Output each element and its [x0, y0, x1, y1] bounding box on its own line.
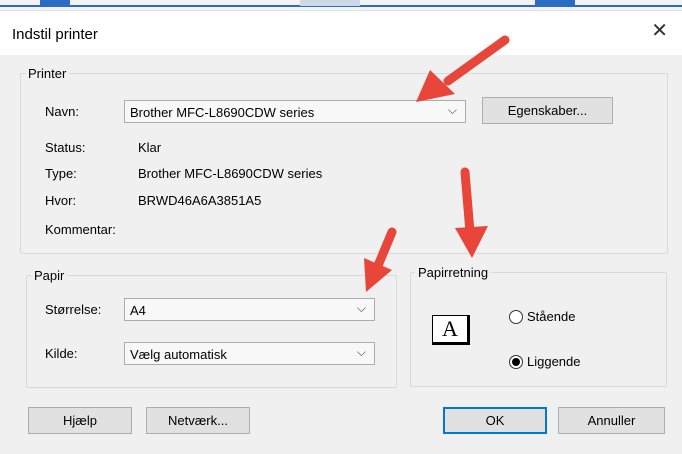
print-setup-dialog: Indstil printer ✕ Printer Navn: Brother …	[0, 10, 682, 454]
paper-group-legend: Papir	[34, 268, 65, 283]
printer-group: Printer	[20, 66, 668, 254]
chevron-down-icon: ⌵	[356, 345, 366, 359]
type-label: Type:	[45, 166, 77, 181]
paper-source-label: Kilde:	[45, 346, 78, 361]
comment-label: Kommentar:	[45, 222, 116, 237]
portrait-radio[interactable]	[509, 310, 523, 324]
where-label: Hvor:	[45, 193, 77, 208]
title-bar: Indstil printer ✕	[0, 11, 682, 55]
where-value: BRWD46A6A3851A5	[138, 193, 262, 208]
preview-letter: A	[442, 316, 458, 341]
printer-name-label: Navn:	[45, 104, 79, 119]
printer-name-value: Brother MFC-L8690CDW series	[130, 105, 315, 120]
background-window-mark	[535, 0, 575, 6]
close-icon[interactable]: ✕	[651, 21, 668, 41]
landscape-preview-icon: A	[432, 315, 470, 345]
landscape-radio[interactable]	[509, 355, 523, 369]
help-button[interactable]: Hjælp	[28, 407, 132, 434]
printer-name-select[interactable]: Brother MFC-L8690CDW series ⌵	[124, 100, 466, 123]
printer-group-legend: Printer	[28, 66, 67, 81]
landscape-label[interactable]: Liggende	[527, 354, 581, 369]
background-window-mark	[40, 0, 70, 6]
properties-button[interactable]: Egenskaber...	[482, 97, 613, 124]
status-value: Klar	[138, 140, 162, 155]
paper-size-select[interactable]: A4 ⌵	[124, 298, 375, 321]
portrait-label[interactable]: Stående	[527, 309, 575, 324]
radio-selected-dot	[512, 358, 520, 366]
paper-group: Papir	[26, 268, 397, 388]
paper-source-select[interactable]: Vælg automatisk ⌵	[124, 342, 375, 365]
background-window-strip	[0, 0, 682, 10]
paper-source-value: Vælg automatisk	[130, 347, 227, 362]
paper-size-label: Størrelse:	[45, 302, 102, 317]
status-label: Status:	[45, 140, 86, 155]
chevron-down-icon: ⌵	[447, 103, 457, 117]
type-value: Brother MFC-L8690CDW series	[138, 166, 323, 181]
cancel-button[interactable]: Annuller	[558, 407, 665, 434]
dialog-title: Indstil printer	[12, 26, 98, 43]
orientation-group-legend: Papirretning	[418, 265, 489, 280]
network-button[interactable]: Netværk...	[146, 407, 250, 434]
ok-button[interactable]: OK	[443, 407, 547, 434]
paper-size-value: A4	[130, 303, 146, 318]
background-window-mark	[300, 0, 360, 6]
chevron-down-icon: ⌵	[356, 301, 366, 315]
